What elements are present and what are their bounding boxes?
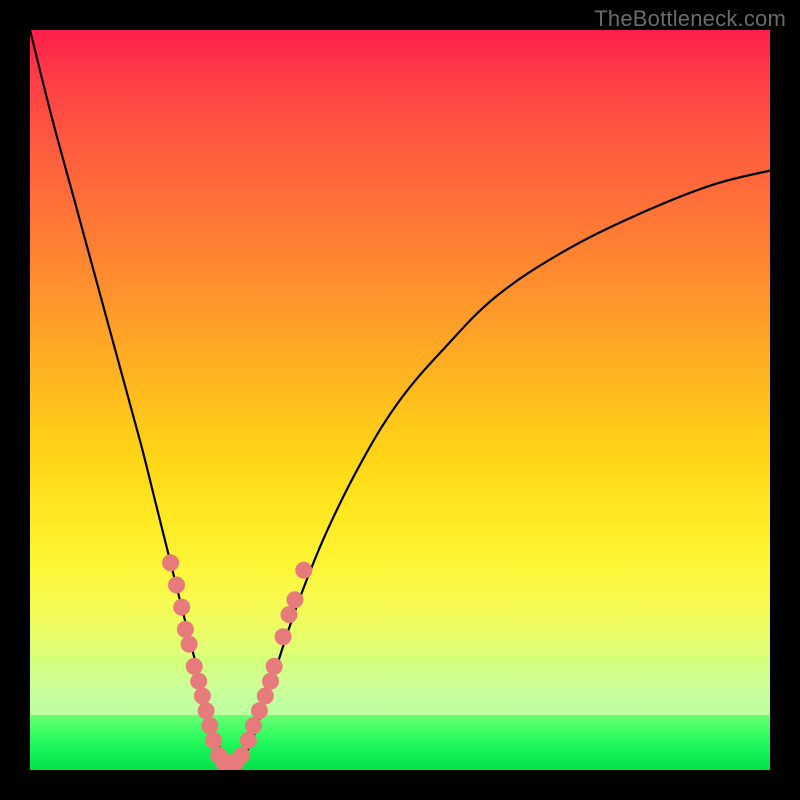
plot-area bbox=[30, 30, 770, 770]
watermark-label: TheBottleneck.com bbox=[594, 6, 786, 32]
chart-frame: TheBottleneck.com bbox=[0, 0, 800, 800]
gradient-background bbox=[30, 30, 770, 770]
